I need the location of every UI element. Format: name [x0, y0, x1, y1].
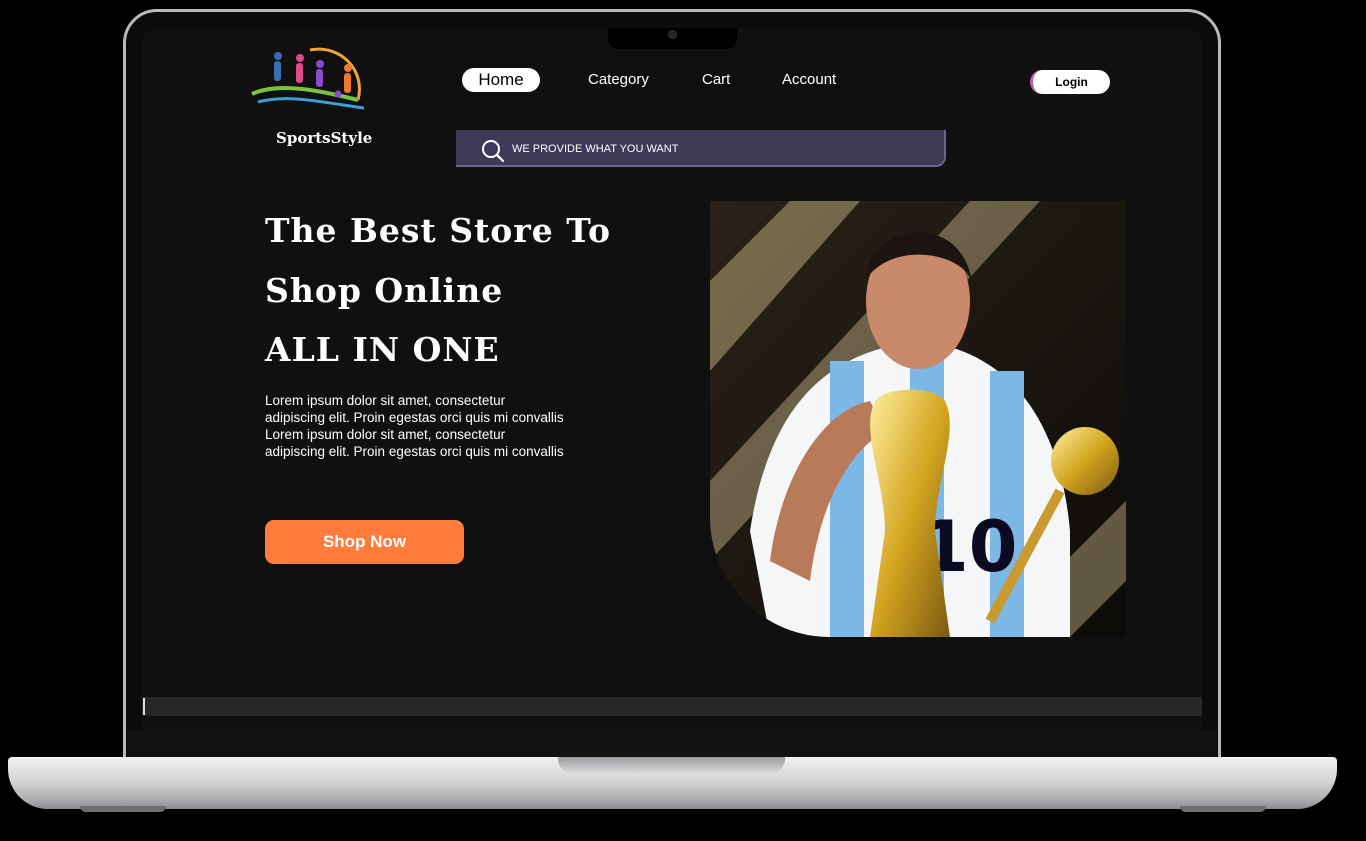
- laptop-foot-right: [1180, 806, 1266, 812]
- camera-notch: [608, 28, 737, 49]
- hero-title-line1: The Best Store To: [265, 211, 611, 250]
- shop-now-button[interactable]: Shop Now: [265, 520, 464, 564]
- shop-now-label: Shop Now: [322, 532, 407, 551]
- search-icon[interactable]: [481, 139, 505, 163]
- nav-cart[interactable]: Cart: [702, 71, 730, 88]
- horizontal-scrollbar[interactable]: [142, 697, 1202, 716]
- laptop-foot-left: [80, 806, 166, 812]
- login-button[interactable]: Login: [1030, 70, 1110, 94]
- laptop-opening-notch: [558, 757, 785, 773]
- screen: SportsStyle Home Category Cart Account L…: [142, 28, 1202, 730]
- brand-name: SportsStyle: [276, 129, 373, 147]
- nav-home-label: Home: [478, 70, 524, 89]
- scrollbar-thumb[interactable]: [143, 698, 145, 715]
- hero-title-line2: Shop Online: [265, 271, 504, 310]
- athletes-logo-icon[interactable]: [248, 42, 372, 114]
- nav-account[interactable]: Account: [782, 71, 836, 88]
- webcam-icon: [668, 30, 677, 39]
- hero-title-line3: ALL IN ONE: [265, 330, 500, 369]
- hero-image: 10: [710, 201, 1126, 637]
- search-bar[interactable]: [456, 130, 946, 167]
- screen-bottom-bezel: [127, 730, 1217, 758]
- search-input[interactable]: [510, 138, 914, 160]
- hero-description: Lorem ipsum dolor sit amet, consectetur …: [265, 393, 564, 459]
- nav-category[interactable]: Category: [588, 71, 649, 88]
- nav-home[interactable]: Home: [462, 68, 540, 92]
- login-label: Login: [1055, 75, 1088, 89]
